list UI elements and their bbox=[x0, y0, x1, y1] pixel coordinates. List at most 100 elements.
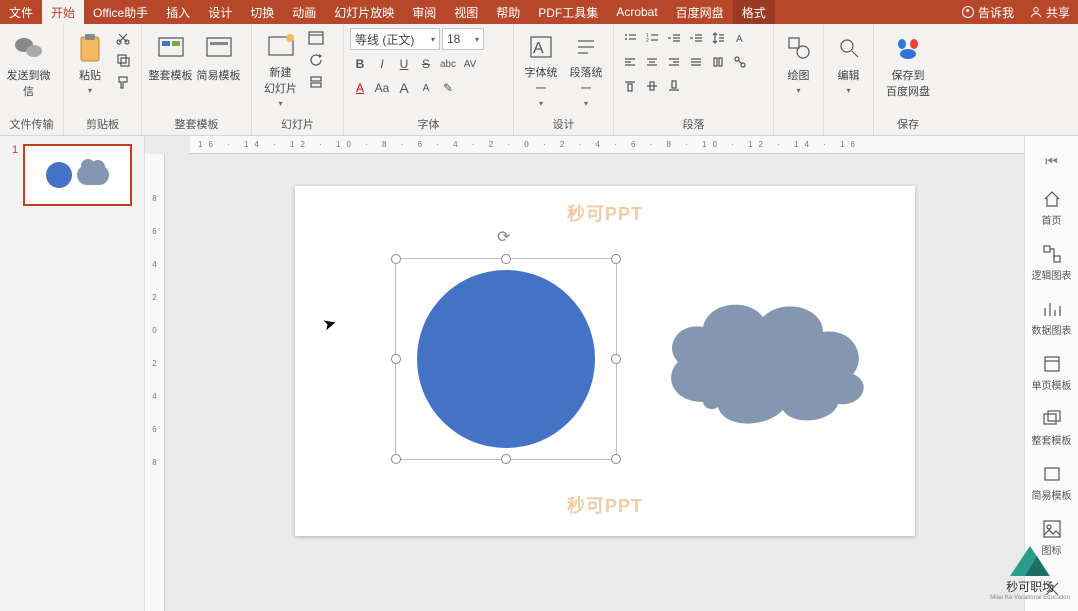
font-size-dropdown[interactable]: 18 ▾ bbox=[442, 28, 484, 50]
send-wechat-button[interactable]: 发送到微信 bbox=[6, 28, 51, 108]
para-unify-button[interactable]: 段落统一 ▾ bbox=[565, 28, 607, 108]
slide-canvas-area[interactable]: 16 · 14 · 12 · 10 · 8 · 6 · 4 · 2 · 0 · … bbox=[145, 136, 1024, 611]
brand-logo: 秒可职场 Miao Ke Vocational Education bbox=[990, 546, 1070, 601]
caret-icon: ▾ bbox=[796, 86, 800, 95]
draw-button[interactable]: 绘图 ▾ bbox=[780, 28, 817, 108]
font-size-value: 18 bbox=[447, 32, 460, 46]
thumbnail-pane[interactable]: 1 bbox=[0, 136, 145, 611]
shapes-icon bbox=[783, 32, 815, 64]
tab-review[interactable]: 审阅 bbox=[403, 0, 445, 24]
align-mid-button[interactable] bbox=[642, 76, 662, 96]
group-label-design: 设计 bbox=[520, 114, 607, 135]
circle-shape[interactable] bbox=[417, 270, 595, 448]
dec-indent-button[interactable] bbox=[664, 28, 684, 48]
simple-template-button[interactable]: 简易模板 bbox=[196, 28, 241, 108]
resize-handle-nw[interactable] bbox=[391, 254, 401, 264]
align-right-button[interactable] bbox=[664, 52, 684, 72]
font-name-dropdown[interactable]: 等线 (正文)▾ bbox=[350, 28, 440, 50]
copy-icon bbox=[116, 53, 130, 67]
clear-format-button[interactable]: ✎ bbox=[438, 78, 458, 98]
columns-button[interactable] bbox=[708, 52, 728, 72]
strike-button[interactable]: S bbox=[416, 54, 436, 74]
resize-handle-n[interactable] bbox=[501, 254, 511, 264]
tab-slideshow[interactable]: 幻灯片放映 bbox=[325, 0, 403, 24]
align-justify-button[interactable] bbox=[686, 52, 706, 72]
share-label: 共享 bbox=[1046, 4, 1070, 21]
text-direction-button[interactable]: A bbox=[730, 28, 750, 48]
align-center-button[interactable] bbox=[642, 52, 662, 72]
reset-button[interactable] bbox=[306, 50, 326, 70]
side-data-button[interactable]: 数据图表 bbox=[1025, 290, 1078, 345]
rotate-handle[interactable]: ⟳ bbox=[497, 227, 515, 245]
tab-office-helper[interactable]: Office助手 bbox=[84, 0, 157, 24]
char-spacing-button[interactable]: AV bbox=[460, 54, 480, 74]
font-unify-button[interactable]: A 字体统一 ▾ bbox=[520, 28, 562, 108]
numbering-button[interactable]: 12 bbox=[642, 28, 662, 48]
section-button[interactable] bbox=[306, 72, 326, 92]
bold-button[interactable]: B bbox=[350, 54, 370, 74]
change-case-button[interactable]: Aa bbox=[372, 78, 392, 98]
cut-button[interactable] bbox=[113, 28, 133, 48]
side-data-label: 数据图表 bbox=[1032, 322, 1072, 337]
side-simple-button[interactable]: 简易模板 bbox=[1025, 455, 1078, 510]
shrink-font-button[interactable]: A bbox=[416, 78, 436, 98]
bullets-button[interactable] bbox=[620, 28, 640, 48]
tellme-button[interactable]: 告诉我 bbox=[954, 4, 1022, 21]
tab-animation[interactable]: 动画 bbox=[283, 0, 325, 24]
line-spacing-button[interactable] bbox=[708, 28, 728, 48]
slide[interactable]: 秒可PPT 秒可PPT ⟳ ➤ bbox=[295, 186, 915, 536]
resize-handle-sw[interactable] bbox=[391, 454, 401, 464]
inc-indent-button[interactable] bbox=[686, 28, 706, 48]
align-left-button[interactable] bbox=[620, 52, 640, 72]
tab-design[interactable]: 设计 bbox=[199, 0, 241, 24]
resize-handle-ne[interactable] bbox=[611, 254, 621, 264]
tab-baidu[interactable]: 百度网盘 bbox=[667, 0, 733, 24]
tab-home[interactable]: 开始 bbox=[42, 0, 84, 24]
slide-number: 1 bbox=[12, 144, 18, 206]
tab-transition[interactable]: 切换 bbox=[241, 0, 283, 24]
save-baidu-button[interactable]: 保存到 百度网盘 bbox=[880, 28, 936, 108]
align-center-icon bbox=[645, 55, 659, 69]
tab-file[interactable]: 文件 bbox=[0, 0, 42, 24]
font-color-button[interactable]: A bbox=[350, 78, 370, 98]
tab-insert[interactable]: 插入 bbox=[157, 0, 199, 24]
align-bot-button[interactable] bbox=[664, 76, 684, 96]
share-button[interactable]: 共享 bbox=[1022, 4, 1078, 21]
side-whole-button[interactable]: 整套模板 bbox=[1025, 400, 1078, 455]
grow-font-button[interactable]: A bbox=[394, 78, 414, 98]
format-painter-button[interactable] bbox=[113, 72, 133, 92]
tab-help[interactable]: 帮助 bbox=[487, 0, 529, 24]
paste-button[interactable]: 粘贴 ▾ bbox=[70, 28, 110, 108]
align-top-button[interactable] bbox=[620, 76, 640, 96]
side-single-button[interactable]: 单页模板 bbox=[1025, 345, 1078, 400]
caret-icon: ▾ bbox=[475, 35, 479, 44]
side-logic-button[interactable]: 逻辑图表 bbox=[1025, 235, 1078, 290]
resize-handle-e[interactable] bbox=[611, 354, 621, 364]
tab-acrobat[interactable]: Acrobat bbox=[607, 0, 666, 24]
smartart-button[interactable] bbox=[730, 52, 750, 72]
dec-indent-icon bbox=[667, 31, 681, 45]
new-slide-button[interactable]: 新建 幻灯片 ▾ bbox=[258, 28, 303, 108]
underline-button[interactable]: U bbox=[394, 54, 414, 74]
side-simple-label: 简易模板 bbox=[1032, 487, 1072, 502]
group-label-paragraph: 段落 bbox=[620, 114, 767, 135]
collapse-icon: ⏮ bbox=[1041, 150, 1063, 172]
side-home-button[interactable]: 首页 bbox=[1025, 180, 1078, 235]
whole-template-button[interactable]: 整套模板 bbox=[148, 28, 193, 108]
resize-handle-w[interactable] bbox=[391, 354, 401, 364]
tab-pdf[interactable]: PDF工具集 bbox=[529, 0, 607, 24]
svg-text:A: A bbox=[736, 34, 743, 45]
copy-button[interactable] bbox=[113, 50, 133, 70]
tab-format[interactable]: 格式 bbox=[733, 0, 775, 24]
side-collapse-button[interactable]: ⏮ bbox=[1025, 142, 1078, 180]
edit-button[interactable]: 编辑 ▾ bbox=[830, 28, 867, 108]
layout-button[interactable] bbox=[306, 28, 326, 48]
tab-view[interactable]: 视图 bbox=[445, 0, 487, 24]
shadow-button[interactable]: abc bbox=[438, 54, 458, 74]
inc-indent-icon bbox=[689, 31, 703, 45]
resize-handle-s[interactable] bbox=[501, 454, 511, 464]
resize-handle-se[interactable] bbox=[611, 454, 621, 464]
slide-thumbnail-1[interactable] bbox=[23, 144, 132, 206]
italic-button[interactable]: I bbox=[372, 54, 392, 74]
cloud-shape[interactable] bbox=[653, 282, 883, 432]
